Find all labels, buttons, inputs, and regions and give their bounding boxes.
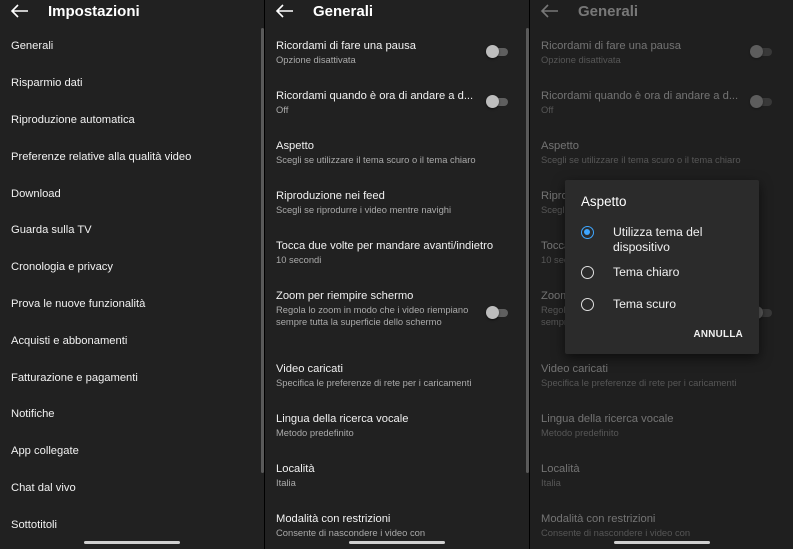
setting-subtitle: Specifica le preferenze di rete per i ca…: [276, 377, 472, 388]
scrollbar[interactable]: [526, 28, 529, 473]
page-title: Impostazioni: [48, 3, 140, 20]
settings-item-generali[interactable]: Generali: [0, 28, 264, 65]
home-indicator: [613, 541, 710, 544]
setting-title: Video caricati: [276, 363, 343, 375]
cancel-button[interactable]: ANNULLA: [694, 329, 743, 340]
settings-item-sottotitoli[interactable]: Sottotitoli: [0, 506, 264, 543]
settings-item-riproduzione-automatica[interactable]: Riproduzione automatica: [0, 102, 264, 139]
general-header: Generali: [265, 0, 529, 26]
setting-ora-di-dormire[interactable]: Ricordami quando è ora di andare a d... …: [276, 89, 487, 116]
setting-pausa[interactable]: Ricordami di fare una pausa Opzione disa…: [276, 39, 511, 66]
settings-header: Impostazioni: [0, 0, 264, 26]
setting-title: Modalità con restrizioni: [276, 513, 391, 525]
settings-item-qualita-video[interactable]: Preferenze relative alla qualità video: [0, 138, 264, 175]
setting-subtitle: Consente di nascondere i video con: [276, 527, 426, 538]
back-arrow-icon[interactable]: [275, 3, 295, 19]
settings-item-app-collegate[interactable]: App collegate: [0, 433, 264, 470]
setting-title: Riproduzione nei feed: [276, 190, 385, 202]
setting-subtitle: 10 secondi: [276, 254, 322, 265]
setting-title: Ricordami quando è ora di andare a d...: [276, 90, 474, 102]
pausa-toggle[interactable]: [486, 45, 508, 58]
page-title: Generali: [313, 3, 374, 20]
settings-panel: Impostazioni Generali Risparmio dati Rip…: [0, 0, 264, 549]
setting-video-caricati[interactable]: Video caricati Specifica le preferenze d…: [276, 362, 511, 389]
settings-list: Generali Risparmio dati Riproduzione aut…: [0, 28, 264, 543]
settings-item-download[interactable]: Download: [0, 175, 264, 212]
setting-title: Zoom per riempire schermo: [276, 290, 414, 302]
setting-localita[interactable]: Località Italia: [276, 462, 511, 489]
setting-title: Ricordami di fare una pausa: [276, 40, 416, 52]
setting-title: Lingua della ricerca vocale: [276, 413, 409, 425]
ora-di-dormire-toggle[interactable]: [486, 95, 508, 108]
setting-zoom[interactable]: Zoom per riempire schermo Regola lo zoom…: [276, 289, 477, 328]
setting-title: Tocca due volte per mandare avanti/indie…: [276, 240, 494, 252]
settings-item-notifiche[interactable]: Notifiche: [0, 396, 264, 433]
setting-subtitle: Scegli se riprodurre i video mentre navi…: [276, 204, 452, 215]
setting-subtitle: Scegli se utilizzare il tema scuro o il …: [276, 154, 476, 165]
setting-aspetto[interactable]: Aspetto Scegli se utilizzare il tema scu…: [276, 139, 511, 166]
radio-icon[interactable]: [581, 266, 594, 279]
settings-item-chat-dal-vivo[interactable]: Chat dal vivo: [0, 470, 264, 507]
option-tema-dispositivo[interactable]: Utilizza tema del dispositivo: [581, 225, 751, 255]
option-tema-chiaro[interactable]: Tema chiaro: [581, 265, 751, 280]
setting-title: Località: [276, 463, 315, 475]
back-arrow-icon[interactable]: [10, 3, 30, 19]
settings-item-guarda-tv[interactable]: Guarda sulla TV: [0, 212, 264, 249]
setting-subtitle: Regola lo zoom in modo che i video riemp…: [276, 304, 469, 327]
setting-subtitle: Off: [276, 104, 289, 115]
general-panel-with-dialog: Generali Ricordami di fare una pausa Opz…: [530, 0, 793, 549]
radio-selected-icon[interactable]: [581, 226, 594, 239]
option-label: Tema scuro: [613, 297, 676, 311]
scrollbar[interactable]: [261, 28, 264, 473]
radio-icon[interactable]: [581, 298, 594, 311]
settings-item-fatturazione[interactable]: Fatturazione e pagamenti: [0, 359, 264, 396]
aspetto-dialog: Aspetto Utilizza tema del dispositivo Te…: [565, 180, 759, 354]
settings-item-acquisti[interactable]: Acquisti e abbonamenti: [0, 322, 264, 359]
option-tema-scuro[interactable]: Tema scuro: [581, 297, 751, 312]
general-panel: Generali Ricordami di fare una pausa Opz…: [265, 0, 529, 549]
setting-subtitle: Opzione disattivata: [276, 54, 356, 65]
setting-subtitle: Metodo predefinito: [276, 427, 354, 438]
setting-subtitle: Italia: [276, 477, 296, 488]
settings-item-nuove-funzionalita[interactable]: Prova le nuove funzionalità: [0, 286, 264, 323]
option-label: Utilizza tema del dispositivo: [613, 225, 703, 254]
home-indicator: [349, 541, 445, 544]
setting-lingua-ricerca-vocale[interactable]: Lingua della ricerca vocale Metodo prede…: [276, 412, 511, 439]
settings-item-risparmio-dati[interactable]: Risparmio dati: [0, 65, 264, 102]
option-label: Tema chiaro: [613, 265, 680, 279]
settings-item-cronologia-privacy[interactable]: Cronologia e privacy: [0, 249, 264, 286]
setting-doppio-tocco[interactable]: Tocca due volte per mandare avanti/indie…: [276, 239, 511, 266]
setting-title: Aspetto: [276, 140, 314, 152]
setting-modalita-restrizioni[interactable]: Modalità con restrizioni Consente di nas…: [276, 512, 511, 539]
dialog-title: Aspetto: [581, 194, 627, 209]
zoom-toggle[interactable]: [486, 306, 508, 319]
home-indicator: [84, 541, 180, 544]
setting-riproduzione-feed[interactable]: Riproduzione nei feed Scegli se riprodur…: [276, 189, 511, 216]
